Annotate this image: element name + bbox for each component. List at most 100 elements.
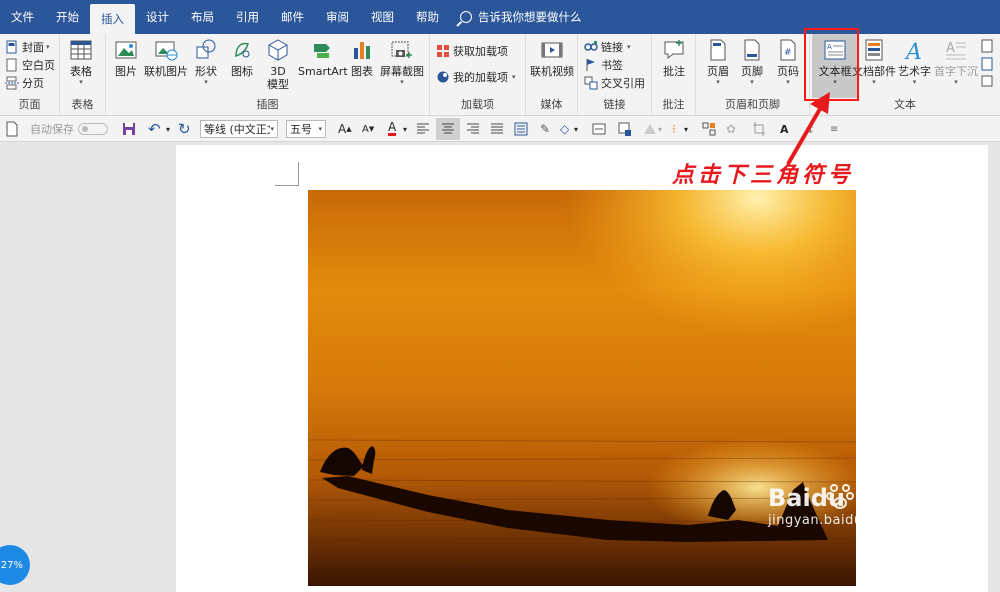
blank-page-button[interactable]: 空白页 xyxy=(5,56,55,74)
tab-view[interactable]: 视图 xyxy=(360,0,405,34)
textbox-small-icon[interactable] xyxy=(592,120,606,138)
page-break-button[interactable]: 分页 xyxy=(5,74,44,92)
footer-button[interactable]: 页脚 ▾ xyxy=(740,38,764,86)
chevron-down-icon: ▾ xyxy=(318,125,322,133)
svg-text:#: # xyxy=(784,48,792,58)
search-icon xyxy=(460,11,472,23)
quick-parts-icon xyxy=(865,39,883,61)
font-size-select[interactable]: 五号 ▾ xyxy=(286,120,326,138)
redo-icon[interactable]: ↻ xyxy=(178,120,191,138)
tab-design[interactable]: 设计 xyxy=(135,0,180,34)
chart-button[interactable]: 图表 xyxy=(350,38,374,78)
online-video-button[interactable]: 联机视频 xyxy=(530,38,574,78)
tab-insert[interactable]: 插入 xyxy=(90,4,135,34)
align-right-icon[interactable] xyxy=(466,120,480,138)
tab-layout[interactable]: 布局 xyxy=(180,0,225,34)
autosave-toggle[interactable]: 自动保存 xyxy=(30,120,108,138)
screenshot-button[interactable]: 屏幕截图 ▾ xyxy=(380,38,424,86)
undo-dropdown-icon[interactable]: ▾ xyxy=(166,120,170,138)
bookmark-button[interactable]: 书签 xyxy=(584,56,623,74)
chevron-down-icon: ▾ xyxy=(270,125,274,133)
group-objects-icon[interactable]: ✿ xyxy=(726,120,736,138)
link-button[interactable]: 链接 ▾ xyxy=(584,38,631,56)
font-color-dropdown-icon[interactable]: ▾ xyxy=(403,120,407,138)
shrink-font-icon[interactable]: A ▼ xyxy=(362,120,374,138)
screenshot-icon xyxy=(391,41,412,58)
get-addins-button[interactable]: 获取加载项 xyxy=(436,42,508,60)
page-break-icon xyxy=(5,76,19,90)
wordart-icon: A xyxy=(904,40,922,62)
tab-help[interactable]: 帮助 xyxy=(405,0,450,34)
shape-fill-icon[interactable]: ◇ xyxy=(560,120,569,138)
format-painter-icon[interactable]: ✎ xyxy=(540,120,550,138)
paw-logo-icon xyxy=(826,484,854,509)
align-left-icon[interactable] xyxy=(416,120,430,138)
undo-icon[interactable]: ↶ xyxy=(148,120,161,138)
smartart-button[interactable]: SmartArt xyxy=(298,38,348,78)
shape-effects-dropdown-icon[interactable]: ▾ xyxy=(658,120,662,138)
autosave-switch[interactable] xyxy=(78,123,108,135)
header-button[interactable]: 页眉 ▾ xyxy=(706,38,730,86)
wordart-button[interactable]: A 艺术字 ▾ xyxy=(898,38,931,86)
dropcap-icon: A xyxy=(946,41,966,60)
align-center-icon xyxy=(442,123,454,134)
bullets-dropdown-icon[interactable]: ▾ xyxy=(684,120,688,138)
group-tables: 表格 ▾ 表格 xyxy=(60,34,106,116)
group-links: 链接 ▾ 书签 交叉引用 链接 xyxy=(578,34,652,116)
picture-icon xyxy=(115,41,137,59)
cover-page-button[interactable]: 封面 ▾ xyxy=(5,38,50,56)
quick-access-toolbar: 自动保存 ↶ ▾ ↻ 等线 (中文正文 ▾ 五号 ▾ A ▲ A ▼ A ▾ ✎ ◇ ▾… xyxy=(0,116,1000,142)
bullets-icon[interactable]: ⁝ xyxy=(672,120,676,138)
select-objects-icon[interactable] xyxy=(702,120,716,138)
watermark-brand-cn: 经验 xyxy=(869,487,910,511)
new-comment-button[interactable]: 批注 xyxy=(662,38,686,78)
align-center-button[interactable] xyxy=(436,118,460,140)
tab-mailings[interactable]: 邮件 xyxy=(270,0,315,34)
crop-icon[interactable] xyxy=(752,120,766,138)
bookmark-icon xyxy=(586,59,595,71)
font-name-select[interactable]: 等线 (中文正文 ▾ xyxy=(200,120,278,138)
icons-button[interactable]: 图标 xyxy=(230,38,254,78)
text-extra-icons[interactable] xyxy=(980,38,996,88)
page-number-icon: # xyxy=(780,39,796,61)
annotation-text: 点击下三角符号 xyxy=(672,162,855,188)
online-picture-button[interactable]: 联机图片 xyxy=(144,38,188,78)
shape-fill-dropdown-icon[interactable]: ▾ xyxy=(574,120,578,138)
shapes-button[interactable]: 形状 ▾ xyxy=(194,38,218,86)
distributed-icon[interactable] xyxy=(514,120,528,138)
picture-small-icon[interactable] xyxy=(618,120,632,138)
store-icon xyxy=(437,45,449,57)
online-picture-icon xyxy=(155,41,178,61)
3d-models-button[interactable]: 3D 模型 xyxy=(266,38,290,91)
table-button[interactable]: 表格 ▾ xyxy=(69,38,93,86)
svg-text:A: A xyxy=(904,40,922,62)
shapes-icon xyxy=(196,39,216,59)
tab-review[interactable]: 审阅 xyxy=(315,0,360,34)
cube-icon xyxy=(268,39,288,61)
picture-button[interactable]: 图片 xyxy=(114,38,138,78)
addin-icon xyxy=(437,71,449,83)
cross-reference-icon xyxy=(584,76,598,90)
shape-effects-icon[interactable] xyxy=(642,120,658,138)
link-icon xyxy=(584,41,598,51)
smartart-icon xyxy=(313,44,330,58)
tell-me-text: 告诉我你想要做什么 xyxy=(478,10,582,24)
page-number-button[interactable]: # 页码 ▾ xyxy=(776,38,800,86)
font-color-icon[interactable]: A xyxy=(388,120,397,136)
my-addins-button[interactable]: 我的加载项 ▾ xyxy=(436,68,516,86)
dropcap-button[interactable]: A 首字下沉 ▾ xyxy=(934,38,978,86)
group-label-tables: 表格 xyxy=(71,98,94,111)
new-document-icon[interactable] xyxy=(6,120,18,138)
tell-me-search[interactable]: 告诉我你想要做什么 xyxy=(460,0,582,34)
group-media: 联机视频 媒体 xyxy=(526,34,578,116)
grow-font-icon[interactable]: A ▲ xyxy=(338,120,352,138)
tab-file[interactable]: 文件 xyxy=(0,0,45,34)
tab-references[interactable]: 引用 xyxy=(225,0,270,34)
cover-page-icon xyxy=(6,40,17,54)
group-addins: 获取加载项 我的加载项 ▾ 加载项 xyxy=(430,34,526,116)
tab-home[interactable]: 开始 xyxy=(45,0,90,34)
save-icon[interactable] xyxy=(122,120,136,138)
group-label-media: 媒体 xyxy=(540,98,563,111)
cross-reference-button[interactable]: 交叉引用 xyxy=(584,74,645,92)
justify-icon[interactable] xyxy=(490,120,504,138)
